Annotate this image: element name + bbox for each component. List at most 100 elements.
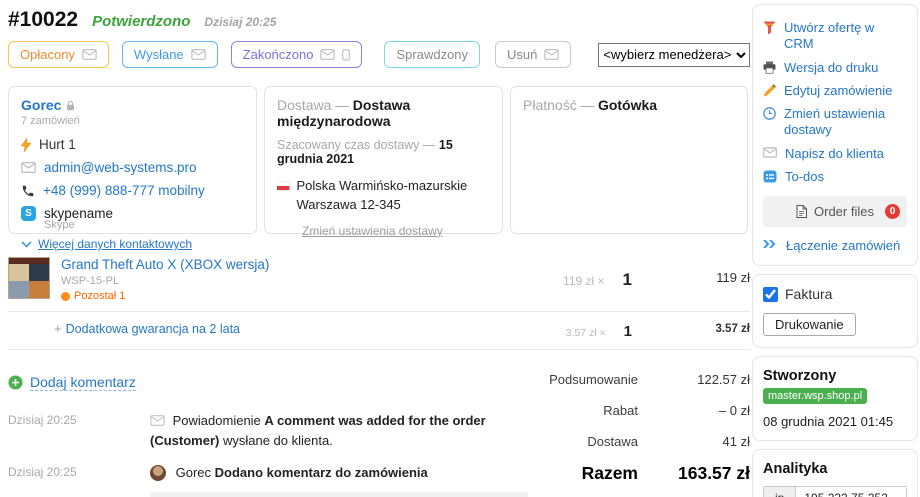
order-files-label: Order files [814,204,874,219]
total-label: Rabat [603,403,638,418]
separator: — [580,97,595,113]
ip-row: ip 195.222.75.252 [763,486,907,497]
customer-phone-link[interactable]: +48 (999) 888-777 mobilny [43,183,205,198]
total-value: 122.57 zł [697,372,750,387]
order-files-button[interactable]: Order files 0 [763,196,907,227]
add-comment-link[interactable]: Dodaj komentarz [8,374,528,391]
status-completed-label: Zakończono [242,47,314,62]
phone-icon [22,185,34,196]
print-invoice-button[interactable]: Drukowanie [763,313,856,337]
analytics-panel: Analityka ip 195.222.75.252 [752,449,918,497]
grand-total-label: Razem [581,463,638,483]
origin-badge: master.wsp.shop.pl [763,388,868,405]
guarantee-link[interactable]: Dodatkowa gwarancja na 2 lata [66,322,240,336]
product-sku: WSP-15-PL [61,275,120,287]
notification-prefix: Powiadomienie [172,413,261,428]
customer-orders-count: 7 zamówień [21,115,80,127]
item-total: 3.57 zł [715,323,750,335]
customer-email-link[interactable]: admin@web-systems.pro [44,160,197,175]
product-title-link[interactable]: Grand Theft Auto X (XBOX wersja) [61,257,269,272]
todos-link[interactable]: To-dos [763,169,907,185]
grand-total-row: Razem 163.57 zł [528,461,750,496]
mail-icon [191,49,206,60]
change-delivery-settings-link[interactable]: Zmień ustawienia dostawy [763,106,907,139]
delete-order-label: Usuń [507,47,538,62]
print-version-link[interactable]: Wersja do druku [763,60,907,76]
status-paid-button[interactable]: Opłacony [8,41,109,68]
actions-sidebar: Utwórz ofertę w CRM Wersja do druku Edyt… [752,4,918,497]
write-to-client-label: Napisz do klienta [785,145,884,161]
manager-select[interactable]: <wybierz menedżera> [598,42,750,67]
history-entry: Dzisiaj 20:25 Gorec Dodano komentarz do … [8,463,528,497]
total-label: Dostawa [587,434,638,449]
chevron-down-icon [21,240,32,248]
separator: — [335,97,350,113]
write-to-client-link[interactable]: Napisz do klienta [763,146,907,162]
entry-date: Dzisiaj 20:25 [8,465,77,479]
delivery-eta-label: Szacowany czas dostawy — [277,138,436,152]
item-price-x: 3.57 zł × [565,327,606,339]
payment-label: Płatność [523,97,577,113]
created-date: 08 grudnia 2021 01:45 [763,414,894,430]
funnel-icon [763,21,776,35]
mail-icon [82,49,97,60]
plus-prefix: + [54,321,62,336]
comment-author: Gorec [175,465,212,480]
status-completed-button[interactable]: Zakończono [230,41,363,68]
user-avatar [150,465,166,481]
item-total: 119 zł [716,270,750,285]
order-status-time: Dzisiaj 20:25 [204,15,277,29]
edit-order-link[interactable]: Edytuj zamówienie [763,83,907,99]
order-page: #10022 Potwierdzono Dzisiaj 20:25 Opłaco… [0,0,920,497]
status-verified-button[interactable]: Sprawdzony [384,41,481,68]
main-column: #10022 Potwierdzono Dzisiaj 20:25 Opłaco… [2,4,750,497]
pencil-icon [763,84,776,97]
lightning-icon [21,137,31,152]
comments-section: Dodaj komentarz Dzisiaj 20:25 Powiadomie… [8,366,528,497]
status-sent-button[interactable]: Wysłane [121,41,218,68]
envelope-icon [21,162,36,173]
create-crm-offer-link[interactable]: Utwórz ofertę w CRM [763,20,907,53]
change-delivery-settings-label: Zmień ustawienia dostawy [784,106,886,138]
status-verified-label: Sprawdzony [396,47,469,62]
merge-orders-link[interactable]: Łączenie zamówień [763,238,907,254]
status-buttons-row: Opłacony Wysłane Zakończono Sprawdzony U… [8,41,750,68]
ip-value: 195.222.75.252 [796,487,906,497]
order-number: #10022 [8,8,79,31]
merge-orders-label: Łączenie zamówień [786,238,901,253]
delivery-address: Polska Warmińsko-mazurskie Warszawa 12-3… [296,178,468,212]
history-entry: Dzisiaj 20:25 Powiadomienie A comment wa… [8,411,528,450]
item-qty: 1 [623,323,632,340]
comment-action: Dodano komentarz do zamówienia [214,465,428,480]
delivery-panel: Dostawa — Dostawa międzynarodowa Szacowa… [264,86,503,238]
payment-method: Gotówka [597,97,658,113]
grand-total-value: 163.57 zł [678,463,750,483]
clock-icon [763,107,776,120]
status-sent-label: Wysłane [133,47,184,62]
order-files-badge: 0 [885,204,900,219]
more-contact-label: Więcej danych kontaktowych [38,237,193,251]
notification-suffix: wysłane do klienta. [222,432,333,448]
invoice-label: Faktura [785,286,833,303]
more-contact-link[interactable]: Więcej danych kontaktowych [21,237,244,251]
invoice-panel: Faktura Drukowanie [752,274,918,349]
total-row: Dostawa 41 zł [528,430,750,461]
total-row: Rabat – 0 zł [528,399,750,430]
envelope-icon [150,415,165,426]
customer-name-link[interactable]: Gorec [21,97,61,113]
skype-label: Skype [44,219,75,231]
invoice-checkbox[interactable] [763,286,778,302]
edit-order-label: Edytuj zamówienie [784,82,893,98]
product-image[interactable] [8,257,50,299]
mobile-icon [342,48,351,61]
print-version-label: Wersja do druku [784,59,879,75]
poland-flag-icon [277,181,290,191]
customer-group: Hurt 1 [39,137,76,152]
delete-order-button[interactable]: Usuń [495,41,572,68]
customer-panel: Gorec 7 zamówień Hurt 1 admin@web-system… [8,86,257,251]
create-crm-offer-label: Utwórz ofertę w CRM [784,20,875,52]
change-delivery-link[interactable]: Zmień ustawienia dostawy [302,224,443,238]
skype-icon: S [21,206,36,221]
total-label: Podsumowanie [549,372,638,387]
ip-key: ip [764,487,797,497]
